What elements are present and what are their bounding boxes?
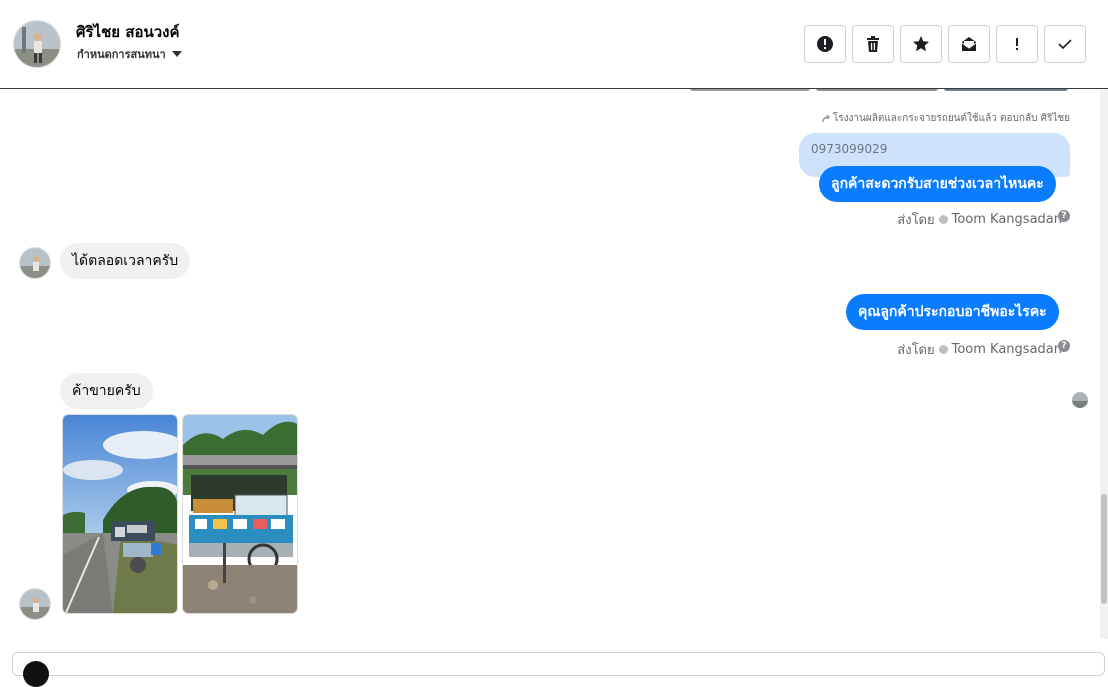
alert-circle-icon	[817, 36, 833, 52]
sent-by-info: ส่งโดย Toom Kangsadan	[897, 209, 1062, 230]
reply-label: โรงงานผลิตและกระจายรถยนต์ใช้แล้ว ตอบกลับ…	[822, 111, 1070, 126]
sent-by-prefix: ส่งโดย	[897, 343, 935, 358]
sent-check-icon	[938, 215, 948, 224]
message-composer[interactable]	[12, 652, 1105, 687]
previous-image-edge	[944, 89, 1068, 91]
message-bubble-outgoing[interactable]: ลูกค้าสะดวกรับสายช่วงเวลาไหนคะ	[819, 166, 1056, 202]
done-button[interactable]	[1044, 25, 1086, 63]
conversation-actions	[804, 25, 1086, 63]
previous-image-edge	[816, 89, 938, 91]
conversation-settings-dropdown[interactable]: กำหนดการสนทนา	[77, 45, 182, 63]
sent-by-name[interactable]: Toom Kangsadan	[952, 342, 1062, 357]
reply-arrow-icon	[822, 114, 831, 123]
message-bubble-incoming[interactable]: ได้ตลอดเวลาครับ	[60, 243, 191, 279]
important-button[interactable]	[996, 25, 1038, 63]
message-bubble-outgoing[interactable]: คุณลูกค้าประกอบอาชีพอะไรคะ	[846, 294, 1059, 330]
read-receipt-avatar	[1072, 392, 1088, 408]
conversation-header: ศิริไชย สอนวงค์ กำหนดการสนทนา	[0, 0, 1108, 89]
reply-label-text: โรงงานผลิตและกระจายรถยนต์ใช้แล้ว ตอบกลับ…	[832, 113, 1070, 124]
help-icon[interactable]: ?	[1058, 340, 1070, 352]
sent-check-icon	[938, 345, 948, 354]
message-thread: โรงงานผลิตและกระจายรถยนต์ใช้แล้ว ตอบกลับ…	[0, 89, 1100, 639]
contact-avatar-small[interactable]	[19, 588, 51, 620]
mark-unread-button[interactable]	[948, 25, 990, 63]
contact-name[interactable]: ศิริไชย สอนวงค์	[76, 20, 180, 44]
help-icon[interactable]: ?	[1058, 210, 1070, 222]
check-icon	[1058, 39, 1072, 50]
conversation-settings-label: กำหนดการสนทนา	[77, 48, 166, 61]
contact-avatar-small[interactable]	[19, 247, 51, 279]
sent-by-name[interactable]: Toom Kangsadan	[952, 212, 1062, 227]
trash-icon	[867, 36, 879, 52]
star-icon	[913, 36, 929, 52]
star-button[interactable]	[900, 25, 942, 63]
caret-down-icon	[171, 51, 182, 57]
sent-by-info: ส่งโดย Toom Kangsadan	[897, 339, 1062, 360]
delete-button[interactable]	[852, 25, 894, 63]
photo-attachment-street[interactable]	[62, 414, 178, 614]
exclamation-icon	[1016, 38, 1018, 50]
sent-by-prefix: ส่งโดย	[897, 213, 935, 228]
previous-image-edge	[690, 89, 810, 91]
envelope-icon	[961, 37, 977, 51]
thread-scrollbar[interactable]	[1100, 89, 1108, 639]
scrollbar-thumb[interactable]	[1101, 494, 1107, 604]
message-bubble-incoming[interactable]: ค้าขายครับ	[60, 373, 153, 409]
photo-attachment-cart[interactable]	[182, 414, 298, 614]
contact-avatar[interactable]	[13, 20, 61, 68]
spam-button[interactable]	[804, 25, 846, 63]
